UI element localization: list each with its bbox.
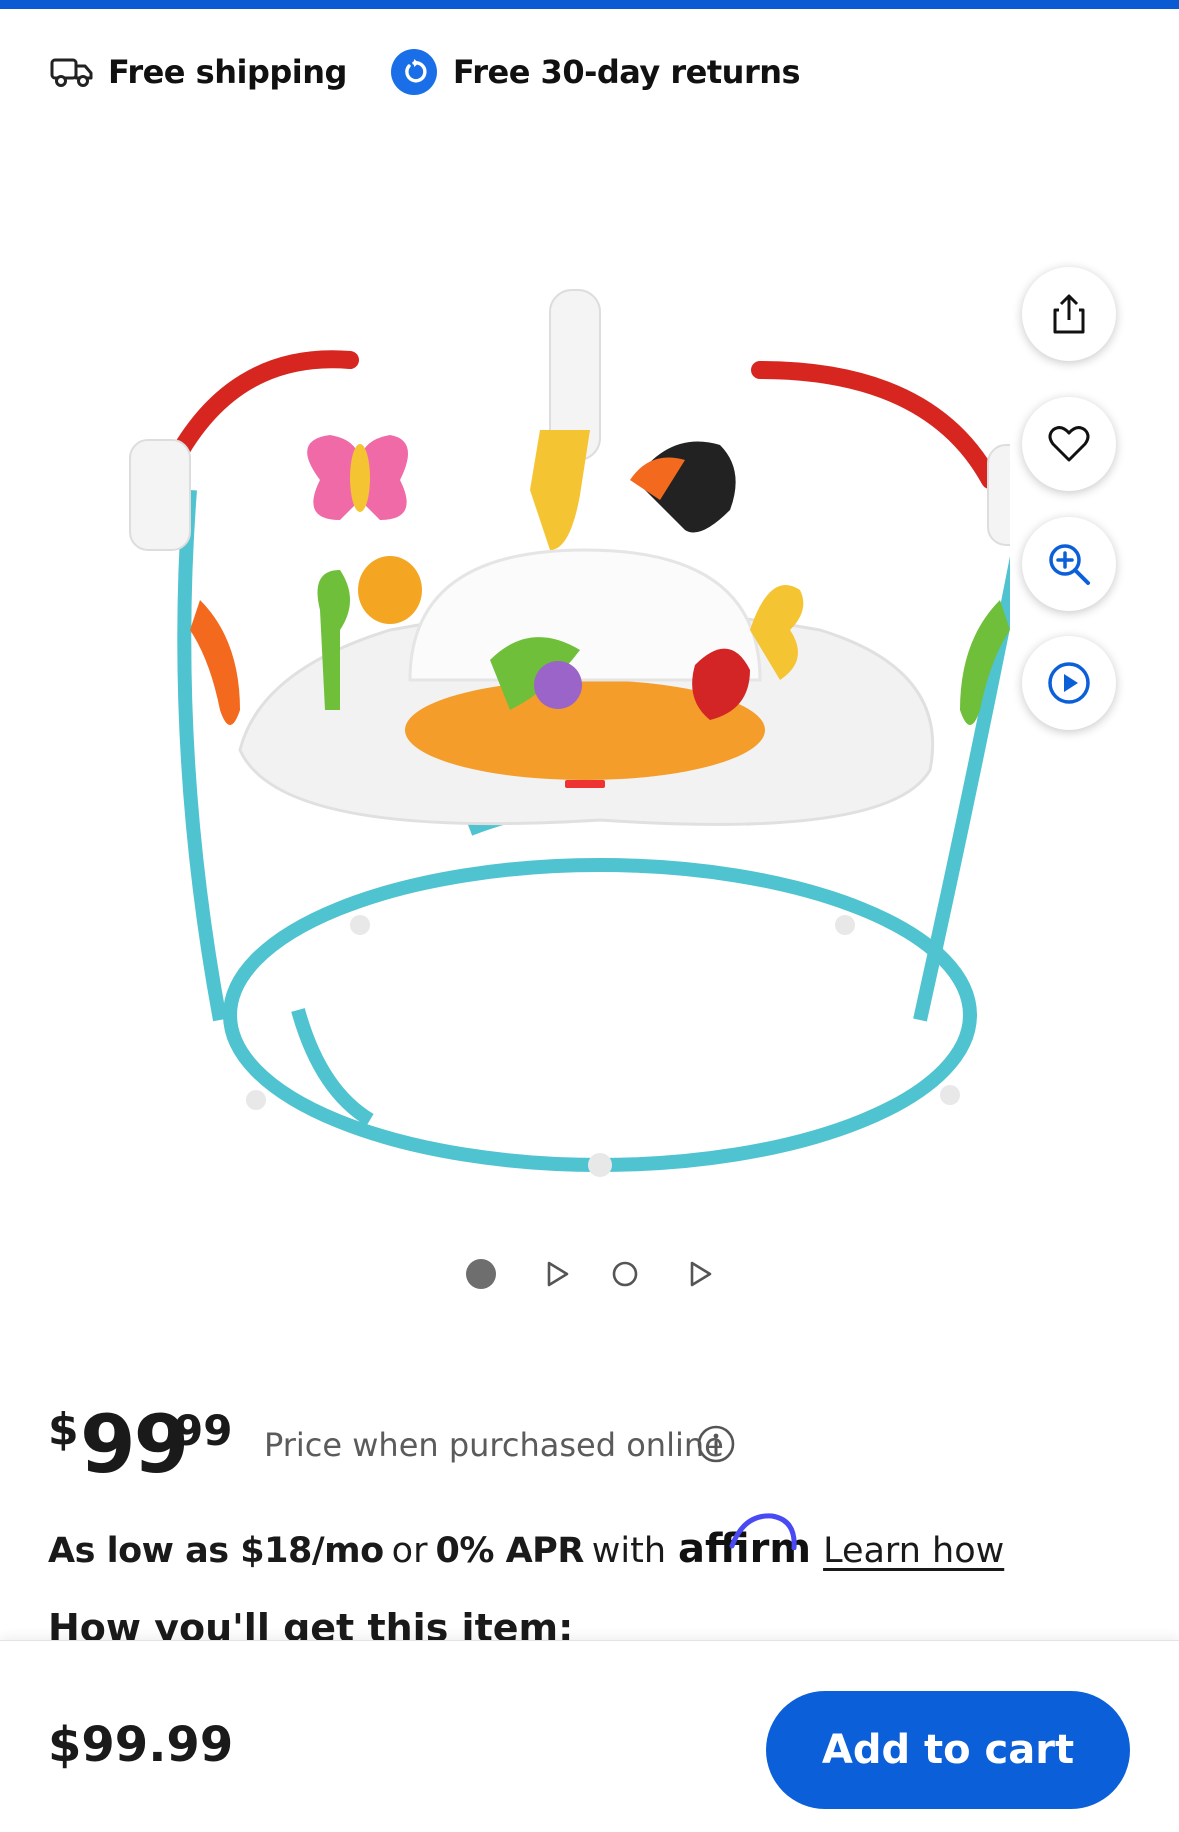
- affirm-logo: affirm: [678, 1513, 811, 1572]
- carousel-dot-active[interactable]: [465, 1258, 497, 1290]
- bottom-price: $99.99: [48, 1717, 234, 1773]
- financing-line: As low as $18/mo or 0% APR with affirm L…: [48, 1513, 1004, 1572]
- free-shipping-benefit: Free shipping: [50, 53, 347, 91]
- play-icon: [1048, 662, 1090, 704]
- carousel-video-indicator[interactable]: [540, 1258, 572, 1290]
- carousel-video-indicator-2[interactable]: [683, 1258, 715, 1290]
- product-image-gallery[interactable]: [0, 150, 1179, 1260]
- financing-with: with: [591, 1531, 667, 1571]
- heart-icon: [1048, 426, 1090, 462]
- price-block: $ 99 99 Price when purchased online: [48, 1398, 948, 1491]
- price-currency: $: [48, 1404, 79, 1455]
- zoom-button[interactable]: [1022, 517, 1116, 611]
- returns-icon: [390, 49, 437, 95]
- zoom-in-icon: [1049, 544, 1090, 585]
- sticky-bottom-bar: $99.99 Add to cart: [0, 1640, 1179, 1832]
- price-cents: 99: [174, 1406, 233, 1455]
- add-to-cart-button[interactable]: Add to cart: [766, 1691, 1130, 1809]
- truck-icon: [50, 58, 93, 87]
- apr-text: 0% APR: [435, 1531, 584, 1571]
- learn-how-link[interactable]: Learn how: [823, 1531, 1004, 1571]
- price-dollars: 99: [80, 1398, 189, 1491]
- as-low-as-text: As low as $18/mo: [48, 1531, 384, 1571]
- free-returns-benefit: Free 30-day returns: [390, 49, 801, 95]
- share-icon: [1053, 294, 1085, 334]
- price-note: Price when purchased online: [264, 1426, 724, 1464]
- product-image[interactable]: [110, 190, 1010, 1230]
- info-icon[interactable]: [696, 1424, 736, 1464]
- affirm-arc-icon: [729, 1513, 797, 1550]
- benefits-row: Free shipping Free 30-day returns: [50, 44, 844, 100]
- carousel-dot[interactable]: [609, 1258, 641, 1290]
- top-accent-bar: [0, 0, 1179, 9]
- play-video-button[interactable]: [1022, 636, 1116, 730]
- financing-or: or: [391, 1531, 428, 1571]
- free-returns-label: Free 30-day returns: [452, 53, 801, 91]
- carousel-indicators: [0, 1258, 1179, 1294]
- share-button[interactable]: [1022, 267, 1116, 361]
- favorite-button[interactable]: [1022, 397, 1116, 491]
- free-shipping-label: Free shipping: [108, 53, 347, 91]
